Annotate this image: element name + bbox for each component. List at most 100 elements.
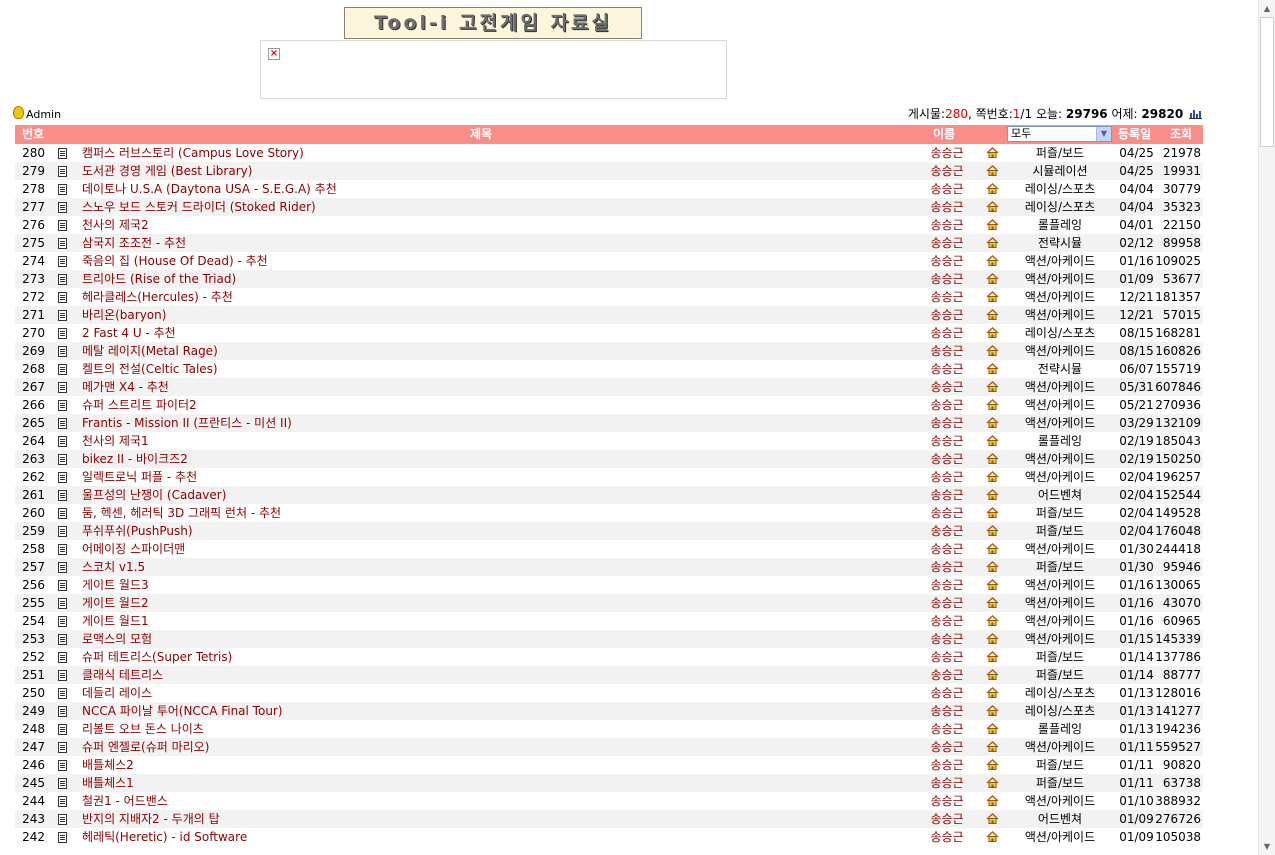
row-title[interactable]: 천사의 제국2 <box>82 218 149 232</box>
row-title-link[interactable]: 푸쉬푸쉬(PushPush) <box>82 522 193 540</box>
row-title-link[interactable]: 반지의 지배자2 - 두개의 탑 <box>82 810 220 828</box>
row-title-link[interactable]: 철권1 - 어드밴스 <box>82 792 168 810</box>
row-author[interactable]: 송승근 <box>927 684 967 702</box>
row-title[interactable]: 데들리 레이스 <box>82 686 152 700</box>
row-title[interactable]: 삼국지 조조전 - 추천 <box>82 236 186 250</box>
homepage-icon[interactable] <box>986 201 1000 213</box>
row-title-link[interactable]: 바리온(baryon) <box>82 306 166 324</box>
row-author[interactable]: 송승근 <box>927 216 967 234</box>
homepage-icon[interactable] <box>986 507 1000 519</box>
row-title[interactable]: bikez II - 바이크즈2 <box>82 452 188 466</box>
homepage-icon[interactable] <box>986 165 1000 177</box>
row-author[interactable]: 송승근 <box>927 324 967 342</box>
category-select[interactable]: 모두 ▼ <box>1007 126 1112 142</box>
row-author[interactable]: 송승근 <box>927 396 967 414</box>
row-author[interactable]: 송승근 <box>927 504 967 522</box>
row-title-link[interactable]: 트리아드 (Rise of the Triad) <box>82 270 236 288</box>
row-author[interactable]: 송승근 <box>927 612 967 630</box>
row-title-link[interactable]: 캠퍼스 러브스토리 (Campus Love Story) <box>82 144 304 162</box>
row-title[interactable]: 슈퍼 테트리스(Super Tetris) <box>82 650 232 664</box>
row-title[interactable]: 메탈 레이지(Metal Rage) <box>82 344 218 358</box>
homepage-icon[interactable] <box>986 795 1000 807</box>
row-title[interactable]: 데이토나 U.S.A (Daytona USA - S.E.G.A) 추천 <box>82 182 337 196</box>
homepage-icon[interactable] <box>986 615 1000 627</box>
homepage-icon[interactable] <box>986 597 1000 609</box>
row-title-link[interactable]: 슈퍼 스트리트 파이터2 <box>82 396 197 414</box>
homepage-icon[interactable] <box>986 651 1000 663</box>
row-title-link[interactable]: 슈퍼 테트리스(Super Tetris) <box>82 648 232 666</box>
homepage-icon[interactable] <box>986 543 1000 555</box>
row-title[interactable]: 일렉트로닉 퍼플 - 추천 <box>82 470 197 484</box>
homepage-icon[interactable] <box>986 453 1000 465</box>
row-author[interactable]: 송승근 <box>927 792 967 810</box>
row-author[interactable]: 송승근 <box>927 630 967 648</box>
row-title-link[interactable]: Frantis - Mission II (프란티스 - 미션 II) <box>82 414 292 432</box>
homepage-icon[interactable] <box>986 525 1000 537</box>
row-title-link[interactable]: 데이토나 U.S.A (Daytona USA - S.E.G.A) 추천 <box>82 180 337 198</box>
row-author[interactable]: 송승근 <box>927 648 967 666</box>
row-title-link[interactable]: 둠, 헥센, 헤러틱 3D 그래픽 런처 - 추천 <box>82 504 281 522</box>
row-title[interactable]: 죽음의 집 (House Of Dead) - 추천 <box>82 254 268 268</box>
row-title[interactable]: 슈퍼 엔젤로(슈퍼 마리오) <box>82 740 209 754</box>
homepage-icon[interactable] <box>986 381 1000 393</box>
scroll-down-icon[interactable]: ▼ <box>1259 838 1275 855</box>
row-title[interactable]: 로맥스의 모험 <box>82 632 152 646</box>
row-author[interactable]: 송승근 <box>927 522 967 540</box>
row-author[interactable]: 송승근 <box>927 720 967 738</box>
row-title-link[interactable]: 메탈 레이지(Metal Rage) <box>82 342 218 360</box>
row-author[interactable]: 송승근 <box>927 756 967 774</box>
row-title[interactable]: 메가맨 X4 - 추천 <box>82 380 169 394</box>
row-title[interactable]: 게이트 월드3 <box>82 578 149 592</box>
homepage-icon[interactable] <box>986 471 1000 483</box>
homepage-icon[interactable] <box>986 273 1000 285</box>
row-author[interactable]: 송승근 <box>927 306 967 324</box>
row-title[interactable]: 게이트 월드1 <box>82 614 149 628</box>
homepage-icon[interactable] <box>986 831 1000 843</box>
row-title-link[interactable]: 클래식 테트리스 <box>82 666 163 684</box>
admin-link[interactable]: Admin <box>13 106 61 122</box>
row-title-link[interactable]: 리볼트 오브 돈스 나이츠 <box>82 720 204 738</box>
homepage-icon[interactable] <box>986 291 1000 303</box>
row-title[interactable]: 배틀체스1 <box>82 776 134 790</box>
row-title-link[interactable]: 일렉트로닉 퍼플 - 추천 <box>82 468 197 486</box>
homepage-icon[interactable] <box>986 345 1000 357</box>
homepage-icon[interactable] <box>986 687 1000 699</box>
homepage-icon[interactable] <box>986 147 1000 159</box>
row-title[interactable]: 슈퍼 스트리트 파이터2 <box>82 398 197 412</box>
row-author[interactable]: 송승근 <box>927 162 967 180</box>
homepage-icon[interactable] <box>986 759 1000 771</box>
row-title-link[interactable]: 삼국지 조조전 - 추천 <box>82 234 186 252</box>
row-author[interactable]: 송승근 <box>927 828 967 846</box>
row-title-link[interactable]: 2 Fast 4 U - 추천 <box>82 324 176 342</box>
homepage-icon[interactable] <box>986 435 1000 447</box>
row-title-link[interactable]: 슈퍼 엔젤로(슈퍼 마리오) <box>82 738 209 756</box>
row-author[interactable]: 송승근 <box>927 702 967 720</box>
row-title[interactable]: 리볼트 오브 돈스 나이츠 <box>82 722 204 736</box>
row-title-link[interactable]: 배틀체스2 <box>82 756 134 774</box>
chevron-down-icon[interactable]: ▼ <box>1096 127 1111 141</box>
scroll-up-icon[interactable]: ▲ <box>1259 0 1275 17</box>
row-title-link[interactable]: 도서관 경영 게임 (Best Library) <box>82 162 252 180</box>
homepage-icon[interactable] <box>986 669 1000 681</box>
row-title[interactable]: 어메이징 스파이더맨 <box>82 542 185 556</box>
homepage-icon[interactable] <box>986 219 1000 231</box>
row-author[interactable]: 송승근 <box>927 486 967 504</box>
row-title[interactable]: 2 Fast 4 U - 추천 <box>82 326 176 340</box>
row-title[interactable]: 켈트의 전설(Celtic Tales) <box>82 362 218 376</box>
row-title[interactable]: 울프성의 난쟁이 (Cadaver) <box>82 488 226 502</box>
homepage-icon[interactable] <box>986 309 1000 321</box>
row-title-link[interactable]: 게이트 월드1 <box>82 612 149 630</box>
row-author[interactable]: 송승근 <box>927 198 967 216</box>
row-title-link[interactable]: 헤라클레스(Hercules) - 추천 <box>82 288 233 306</box>
row-title[interactable]: 트리아드 (Rise of the Triad) <box>82 272 236 286</box>
row-author[interactable]: 송승근 <box>927 594 967 612</box>
row-author[interactable]: 송승근 <box>927 144 967 162</box>
row-author[interactable]: 송승근 <box>927 252 967 270</box>
scrollbar-thumb[interactable] <box>1260 17 1274 147</box>
row-title-link[interactable]: 천사의 제국1 <box>82 432 149 450</box>
row-author[interactable]: 송승근 <box>927 738 967 756</box>
row-title-link[interactable]: bikez II - 바이크즈2 <box>82 450 188 468</box>
row-author[interactable]: 송승근 <box>927 342 967 360</box>
row-author[interactable]: 송승근 <box>927 576 967 594</box>
row-title[interactable]: 도서관 경영 게임 (Best Library) <box>82 164 252 178</box>
